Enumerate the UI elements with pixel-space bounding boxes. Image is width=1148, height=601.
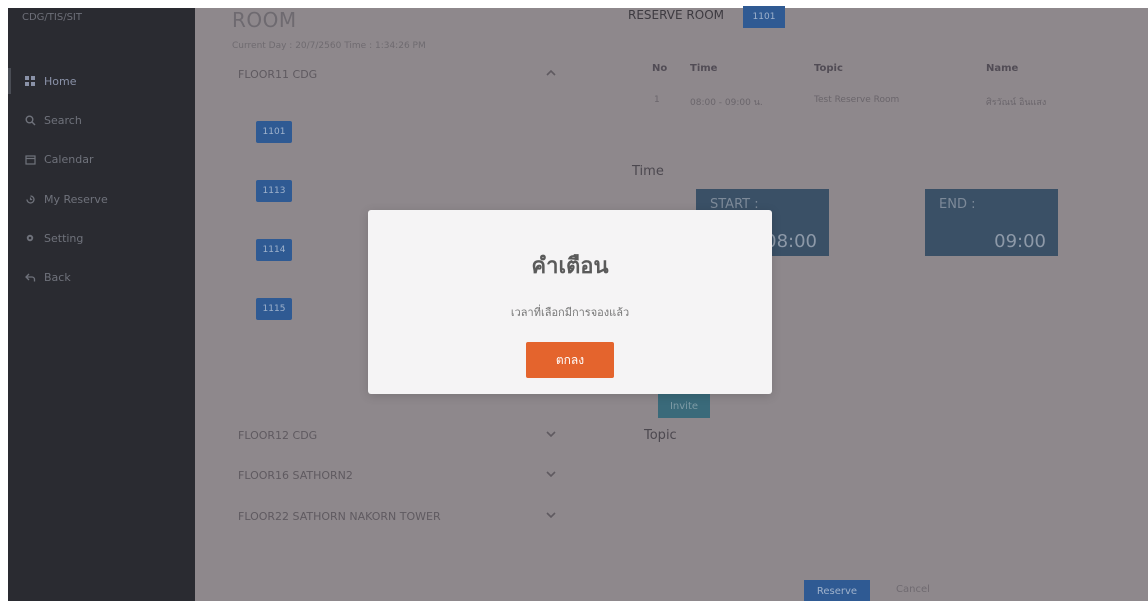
sidebar-item-setting[interactable]: Setting: [24, 228, 83, 248]
room-button-1115[interactable]: 1115: [256, 298, 292, 320]
sidebar-item-label: Home: [44, 74, 77, 88]
room-button-1101[interactable]: 1101: [256, 121, 292, 143]
modal-message: เวลาที่เลือกมีการจองแล้ว: [510, 306, 630, 319]
floor-name: FLOOR16 SATHORN2: [238, 469, 353, 482]
floor-header-11[interactable]: FLOOR11 CDG: [238, 68, 558, 88]
table-cell-name: ศิรวัณน์ อินแสง: [986, 98, 1047, 108]
table-header-time: Time: [690, 63, 718, 74]
modal-ok-button[interactable]: ตกลง: [526, 342, 614, 378]
selected-room-chip: 1101: [743, 6, 785, 28]
floor-header-12[interactable]: FLOOR12 CDG: [238, 429, 558, 449]
table-cell-no: 1: [654, 95, 660, 105]
floor-header-22[interactable]: FLOOR22 SATHORN NAKORN TOWER: [238, 510, 558, 530]
room-button-1114[interactable]: 1114: [256, 239, 292, 261]
brand-label: CDG/TIS/SIT: [22, 12, 82, 23]
sidebar-item-search[interactable]: Search: [24, 110, 82, 130]
gear-icon: [24, 232, 36, 244]
chevron-down-icon: [544, 429, 558, 442]
calendar-icon: [24, 153, 36, 165]
chevron-down-icon: [544, 469, 558, 482]
cancel-link[interactable]: Cancel: [896, 584, 930, 595]
table-header-topic: Topic: [814, 63, 843, 74]
topic-label: Topic: [644, 428, 677, 443]
sidebar-item-calendar[interactable]: Calendar: [24, 149, 93, 169]
room-button-1113[interactable]: 1113: [256, 180, 292, 202]
time-label: Time: [632, 164, 664, 179]
current-datetime: Current Day : 20/7/2560 Time : 1:34:26 P…: [232, 41, 426, 51]
sidebar-item-label: Search: [44, 113, 82, 127]
invite-button[interactable]: Invite: [658, 394, 710, 418]
table-cell-topic: Test Reserve Room: [814, 95, 900, 105]
sidebar-item-home[interactable]: Home: [24, 71, 76, 91]
end-label: END :: [939, 197, 976, 212]
warning-modal: คำเตือน เวลาที่เลือกมีการจองแล้ว ตกลง: [368, 210, 772, 394]
history-icon: [24, 193, 36, 205]
page-title: ROOM: [232, 8, 297, 32]
sidebar-item-label: Calendar: [44, 152, 94, 166]
table-cell-time: 08:00 - 09:00 น.: [690, 98, 763, 108]
table-header-no: No: [652, 63, 668, 74]
chevron-up-icon: [544, 68, 558, 81]
floor-name: FLOOR11 CDG: [238, 68, 318, 81]
chevron-down-icon: [544, 510, 558, 523]
grid-icon: [24, 75, 36, 87]
app-root: CDG/TIS/SIT Home Search Calendar My Rese: [8, 6, 1148, 601]
sidebar-item-label: My Reserve: [44, 192, 108, 206]
sidebar-item-label: Back: [44, 270, 71, 284]
active-indicator: [8, 68, 11, 94]
table-header-name: Name: [986, 63, 1019, 74]
end-time-box[interactable]: END : 09:00: [925, 189, 1058, 256]
start-time-value: 08:00: [765, 231, 817, 252]
reserve-button[interactable]: Reserve: [804, 580, 870, 601]
floor-name: FLOOR12 CDG: [238, 429, 318, 442]
search-icon: [24, 114, 36, 126]
sidebar-item-label: Setting: [44, 231, 84, 245]
reserve-room-label: RESERVE ROOM: [628, 8, 724, 22]
back-arrow-icon: [24, 271, 36, 283]
modal-title: คำเตือน: [531, 254, 609, 279]
floor-name: FLOOR22 SATHORN NAKORN TOWER: [238, 510, 441, 523]
sidebar-item-my-reserve[interactable]: My Reserve: [24, 189, 108, 209]
sidebar-item-back[interactable]: Back: [24, 267, 71, 287]
sidebar: CDG/TIS/SIT Home Search Calendar My Rese: [8, 8, 195, 601]
floor-header-16[interactable]: FLOOR16 SATHORN2: [238, 469, 558, 489]
end-time-value: 09:00: [994, 231, 1046, 252]
